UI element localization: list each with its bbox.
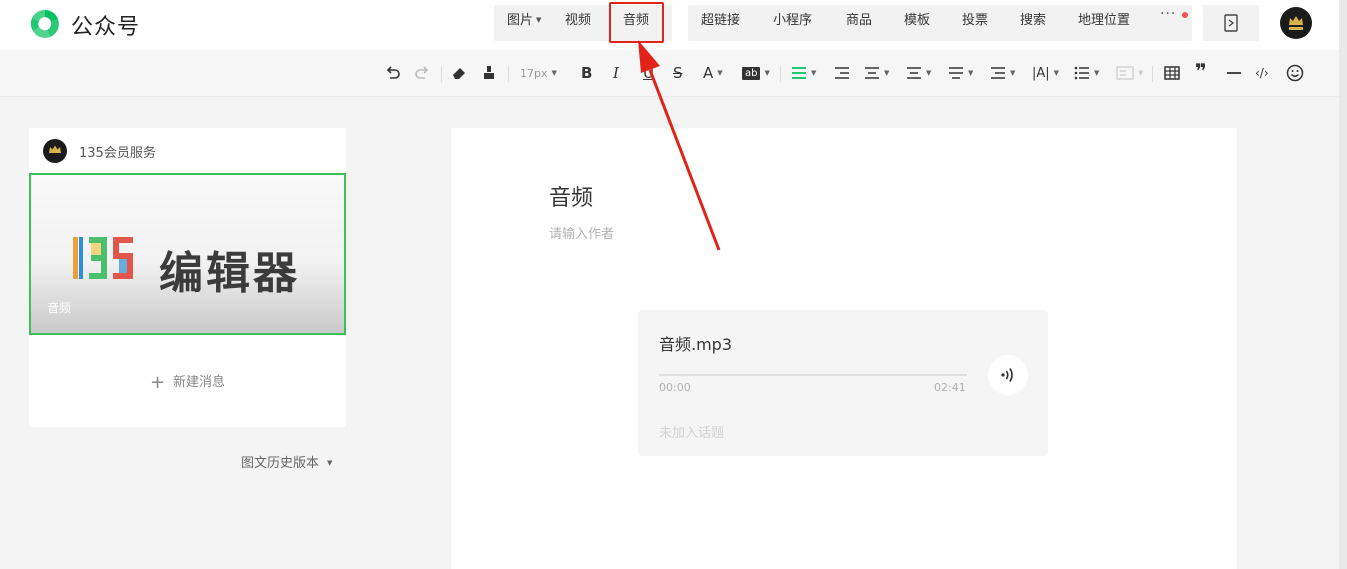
chevron-down-icon: ▼ — [811, 69, 817, 77]
align-center-icon[interactable]: ▼ — [864, 62, 889, 84]
undo-icon[interactable] — [385, 62, 401, 84]
font-size-select[interactable]: 17px ▼ — [520, 62, 557, 84]
chevron-down-icon: ▼ — [764, 69, 770, 77]
toolbar-divider — [1152, 66, 1153, 82]
emoji-icon[interactable] — [1286, 62, 1304, 84]
toolbar-divider — [780, 66, 781, 82]
top-header: 公众号 图片 ▼ 视频 音频 超链接 小程序 商品 模板 投票 搜索 地理位置 ·… — [0, 0, 1347, 50]
vertical-align-icon[interactable]: ▼ — [906, 62, 931, 84]
chevron-down-icon: ▼ — [1053, 69, 1060, 77]
nav-vote[interactable]: 投票 — [962, 9, 988, 28]
audio-highlight-box — [609, 2, 664, 43]
redo-icon[interactable] — [414, 62, 430, 84]
app-title: 公众号 — [71, 15, 141, 40]
line-spacing-icon[interactable]: ▼ — [948, 62, 973, 84]
chevron-down-icon: ▼ — [536, 16, 542, 24]
format-toolbar: 17px ▼ B I U S A ▼ ab ▼ ▼ ▼ ▼ ▼ ▼ |A| ▼ ▼ ▼ … — [0, 50, 1347, 97]
code-icon[interactable]: ‹/› — [1255, 62, 1269, 84]
article-cover-card[interactable]: 编辑器 音频 — [29, 173, 346, 335]
nav-image-label: 图片 — [507, 13, 534, 28]
divider-line-icon[interactable] — [1226, 62, 1242, 84]
nav-location[interactable]: 地理位置 — [1078, 9, 1130, 28]
account-name: 135会员服务 — [79, 146, 156, 161]
page-scrollbar[interactable] — [1339, 0, 1347, 569]
chevron-down-icon: ▼ — [1138, 69, 1144, 77]
cover-label: 音频 — [47, 301, 72, 315]
notification-dot — [1182, 12, 1188, 18]
nav-video[interactable]: 视频 — [565, 9, 591, 28]
nav-hyperlink[interactable]: 超链接 — [701, 9, 740, 28]
audio-player-card[interactable]: 音频.mp3 00:00 02:41 未加入话题 — [638, 310, 1048, 456]
article-list-card: 135会员服务 编辑器 音频 + 新建消息 — [29, 128, 346, 427]
audio-progress-track[interactable] — [659, 374, 967, 376]
chevron-down-icon: ▼ — [551, 69, 557, 77]
bullet-list-icon[interactable]: ▼ — [1074, 62, 1099, 84]
audio-current-time: 00:00 — [659, 381, 691, 394]
background-color-button[interactable]: ab ▼ — [742, 62, 770, 84]
underline-button[interactable]: U — [643, 62, 654, 84]
new-message-label: 新建消息 — [173, 375, 226, 390]
nav-search[interactable]: 搜索 — [1020, 9, 1046, 28]
chevron-down-icon: ▼ — [717, 69, 723, 77]
cover-title: 编辑器 — [159, 248, 300, 299]
chevron-down-icon: ▼ — [926, 69, 932, 77]
background-color-label: ab — [742, 66, 761, 80]
font-color-button[interactable]: A ▼ — [703, 62, 723, 84]
font-color-label: A — [703, 64, 714, 82]
phone-preview-button[interactable] — [1203, 5, 1259, 41]
format-painter-icon[interactable] — [481, 62, 497, 84]
plus-icon: + — [149, 372, 166, 393]
align-left-icon[interactable]: ▼ — [791, 62, 816, 84]
font-size-value: 17px — [520, 66, 548, 80]
toolbar-divider — [441, 66, 442, 82]
more-dots-icon[interactable]: ··· — [1160, 6, 1176, 22]
phone-preview-icon — [1224, 14, 1238, 32]
italic-button[interactable]: I — [613, 62, 619, 84]
audio-topic[interactable]: 未加入话题 — [659, 422, 724, 441]
quote-icon[interactable]: ❞ — [1195, 59, 1207, 83]
table-icon[interactable] — [1164, 62, 1180, 84]
letter-spacing-icon[interactable]: |A| ▼ — [1032, 62, 1059, 84]
audio-play-button[interactable] — [988, 355, 1028, 395]
chevron-down-icon: ▼ — [327, 459, 333, 467]
new-message-button[interactable]: + 新建消息 — [29, 371, 346, 393]
audio-file-name: 音频.mp3 — [659, 335, 733, 354]
chevron-down-icon: ▼ — [968, 69, 974, 77]
indent-icon[interactable] — [834, 62, 850, 84]
chevron-down-icon: ▼ — [884, 69, 890, 77]
audio-duration: 02:41 — [934, 381, 966, 394]
history-label: 图文历史版本 — [241, 456, 320, 471]
paragraph-spacing-icon[interactable]: ▼ — [990, 62, 1015, 84]
wechat-official-logo-icon — [30, 9, 59, 38]
strikethrough-button[interactable]: S — [673, 62, 683, 84]
chevron-down-icon: ▼ — [1094, 69, 1100, 77]
author-input[interactable]: 请输入作者 — [549, 223, 614, 242]
block-style-icon[interactable]: ▼ — [1116, 62, 1143, 84]
eraser-icon[interactable] — [451, 62, 467, 84]
user-avatar[interactable] — [1280, 7, 1312, 39]
editor-canvas: 音频 请输入作者 音频.mp3 00:00 02:41 未加入话题 — [451, 128, 1237, 569]
sound-wave-icon — [1001, 368, 1013, 382]
bold-button[interactable]: B — [581, 62, 592, 84]
nav-image[interactable]: 图片 ▼ — [507, 9, 541, 28]
toolbar-divider — [508, 66, 509, 82]
history-version-dropdown[interactable]: 图文历史版本 ▼ — [241, 452, 332, 471]
article-title-input[interactable]: 音频 — [549, 180, 593, 212]
nav-mini-program[interactable]: 小程序 — [773, 9, 812, 28]
chevron-down-icon: ▼ — [1010, 69, 1016, 77]
account-avatar — [43, 139, 67, 163]
nav-product[interactable]: 商品 — [846, 9, 872, 28]
nav-template[interactable]: 模板 — [904, 9, 930, 28]
135-logo-icon — [73, 237, 133, 279]
